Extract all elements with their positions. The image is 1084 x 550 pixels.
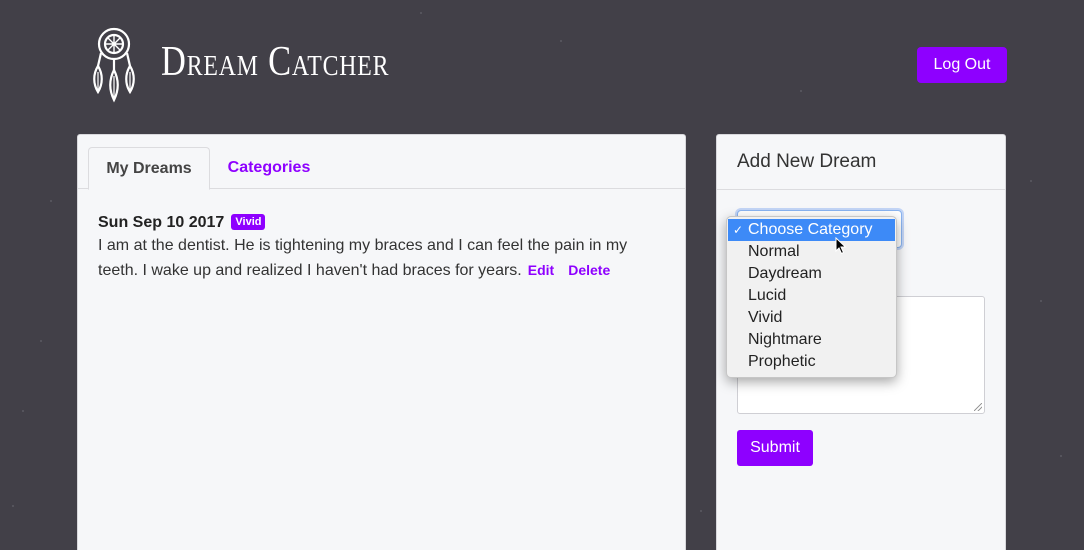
dream-entry: Sun Sep 10 2017 Vivid I am at the dentis… bbox=[98, 212, 668, 283]
dream-text: I am at the dentist. He is tightening my… bbox=[98, 234, 668, 283]
option-normal[interactable]: Normal bbox=[727, 241, 896, 263]
dream-date: Sun Sep 10 2017 bbox=[98, 214, 225, 231]
dreams-panel: My Dreams Categories Sun Sep 10 2017 Viv… bbox=[77, 134, 686, 550]
category-dropdown-menu: ✓ Choose Category Normal Daydream Lucid … bbox=[726, 216, 897, 378]
option-lucid[interactable]: Lucid bbox=[727, 285, 896, 307]
checkmark-icon: ✓ bbox=[733, 223, 744, 237]
category-badge: Vivid bbox=[231, 214, 266, 230]
submit-button[interactable]: Submit bbox=[737, 430, 813, 466]
add-dream-title: Add New Dream bbox=[717, 135, 1005, 190]
option-prophetic[interactable]: Prophetic bbox=[727, 351, 896, 373]
option-vivid[interactable]: Vivid bbox=[727, 307, 896, 329]
delete-link[interactable]: Delete bbox=[568, 262, 610, 278]
dreamcatcher-icon bbox=[93, 27, 135, 103]
option-choose-category[interactable]: ✓ Choose Category bbox=[728, 219, 895, 241]
brand-title: Dream Catcher bbox=[161, 39, 390, 85]
option-daydream[interactable]: Daydream bbox=[727, 263, 896, 285]
option-label: Choose Category bbox=[748, 221, 873, 238]
option-nightmare[interactable]: Nightmare bbox=[727, 329, 896, 351]
tab-categories[interactable]: Categories bbox=[226, 147, 312, 189]
tab-my-dreams[interactable]: My Dreams bbox=[88, 147, 210, 190]
tab-bar: My Dreams Categories bbox=[78, 147, 685, 190]
logout-button[interactable]: Log Out bbox=[917, 47, 1007, 83]
edit-link[interactable]: Edit bbox=[528, 262, 554, 278]
resize-handle-icon[interactable] bbox=[974, 403, 982, 411]
mouse-pointer-icon bbox=[835, 237, 847, 255]
